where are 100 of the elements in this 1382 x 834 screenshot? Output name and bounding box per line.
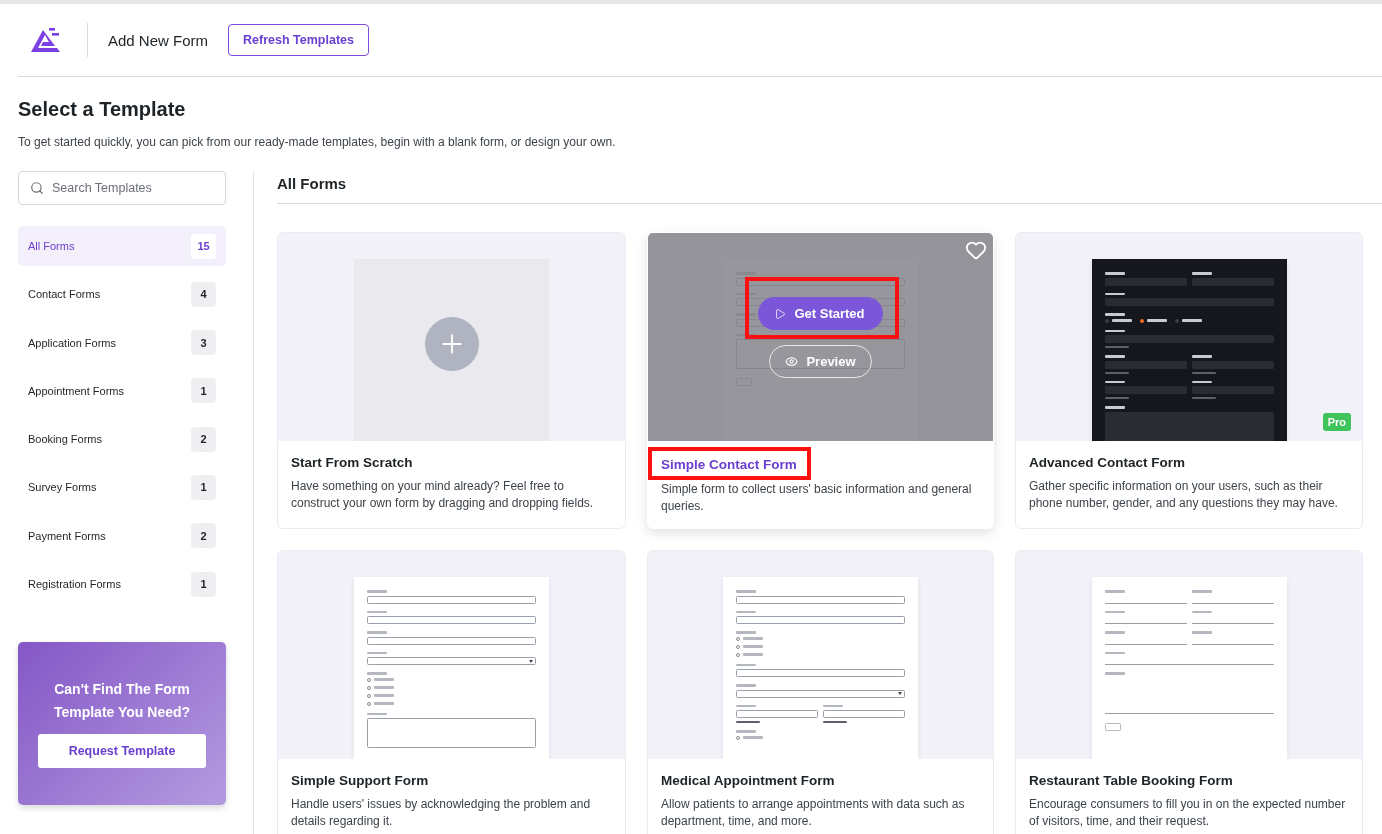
label-bar xyxy=(736,610,756,613)
label-bar xyxy=(374,702,394,705)
template-title[interactable]: Start From Scratch xyxy=(291,455,612,470)
template-title[interactable]: Advanced Contact Form xyxy=(1029,455,1349,470)
label-bar xyxy=(367,610,387,613)
label-bar xyxy=(1191,631,1212,634)
label-bar xyxy=(1104,355,1125,358)
category-label: Contact Forms xyxy=(28,288,101,301)
label-bar xyxy=(736,730,756,733)
label-bar xyxy=(736,590,756,593)
label-bar xyxy=(367,590,387,593)
category-label: Booking Forms xyxy=(28,433,102,446)
label-bar xyxy=(367,672,387,675)
label-bar xyxy=(367,712,387,715)
template-card[interactable]: Simple Support Form Handle users' issues by acknowledging the problem and details regarding it. xyxy=(277,550,626,834)
label-bar xyxy=(1146,319,1167,322)
label-bar xyxy=(1104,610,1125,613)
template-card[interactable]: Medical Appointment Form Allow patients to arrange appointments with data such as department, time, and more. xyxy=(647,550,994,834)
count-badge: 2 xyxy=(191,523,216,549)
label-bar xyxy=(1104,651,1125,654)
label-bar xyxy=(736,663,756,666)
template-card[interactable]: Pro Advanced Contact Form Gather specific information on your users, such as their phone number, gender, and any questions they may have. xyxy=(1015,232,1363,529)
category-item[interactable]: Payment Forms 2 xyxy=(18,515,226,556)
category-item[interactable]: Registration Forms 1 xyxy=(18,564,226,605)
label-bar xyxy=(1104,272,1125,275)
label-bar xyxy=(1104,313,1125,316)
page-title: Add New Form xyxy=(108,31,209,49)
label-bar xyxy=(1104,292,1125,295)
label-bar xyxy=(736,704,756,707)
template-description: Handle users' issues by acknowledging the problem and details regarding it. xyxy=(291,796,592,830)
count-badge: 1 xyxy=(191,475,216,500)
label-bar xyxy=(1104,590,1125,593)
label-bar xyxy=(743,645,763,648)
count-badge: 15 xyxy=(191,233,216,259)
label-bar xyxy=(1104,631,1125,634)
category-item[interactable]: Appointment Forms 1 xyxy=(18,370,226,411)
label-bar xyxy=(367,651,387,654)
add-button[interactable] xyxy=(424,317,479,371)
template-description: Have something on your mind already? Feel free to construct your own form by dragging and dropping fields. xyxy=(291,478,595,512)
count-badge: 4 xyxy=(191,281,216,307)
label-bar xyxy=(1191,272,1212,275)
caret-icon xyxy=(529,659,533,663)
label-bar xyxy=(743,653,763,656)
category-label: Appointment Forms xyxy=(28,384,124,397)
label-bar xyxy=(1104,380,1125,383)
category-label: All Forms xyxy=(28,240,75,252)
intro-text: To get started quickly, you can pick from our ready-made templates, begin with a blank form, or design your own. xyxy=(18,135,617,149)
search-field[interactable]: Search Templates xyxy=(18,171,226,205)
template-card[interactable]: Get Started Preview Simple Contact Form Simple form to collect users' basic information and general queries. xyxy=(647,232,994,529)
refresh-templates-button[interactable]: Refresh Templates xyxy=(228,24,369,56)
template-title[interactable]: Simple Support Form xyxy=(291,773,612,788)
pro-badge: Pro xyxy=(1322,413,1351,431)
label-bar xyxy=(1104,672,1125,675)
promo-title: Can't Find The Form Template You Need? xyxy=(52,680,192,723)
template-description: Encourage consumers to fill you in on the expected number of visitors, time, and their request. xyxy=(1029,796,1347,830)
label-bar xyxy=(823,704,843,707)
label-bar xyxy=(1104,406,1125,409)
label-bar xyxy=(1181,319,1202,322)
favorite-button[interactable] xyxy=(965,239,987,261)
search-icon xyxy=(30,181,44,195)
label-bar xyxy=(1191,355,1212,358)
category-item[interactable]: Contact Forms 4 xyxy=(18,274,226,315)
play-icon xyxy=(774,307,787,320)
label-bar xyxy=(1191,590,1212,593)
label-bar xyxy=(1111,319,1132,322)
count-badge: 2 xyxy=(191,426,216,452)
template-title[interactable]: Restaurant Table Booking Form xyxy=(1029,773,1349,788)
label-bar xyxy=(736,631,756,634)
category-item[interactable]: All Forms 15 xyxy=(18,226,226,266)
template-card[interactable]: Start From Scratch Have something on your mind already? Feel free to construct your own form by dragging and dropping fields. xyxy=(277,232,626,529)
heart-icon xyxy=(965,239,987,261)
category-item[interactable]: Survey Forms 1 xyxy=(18,467,226,508)
section-title: All Forms xyxy=(277,171,1382,204)
label-bar xyxy=(736,684,756,687)
category-label: Payment Forms xyxy=(28,529,106,542)
label-bar xyxy=(374,678,394,681)
category-label: Survey Forms xyxy=(28,481,97,494)
template-description: Allow patients to arrange appointments with data such as department, time, and more. xyxy=(661,796,966,830)
template-title[interactable]: Simple Contact Form xyxy=(661,457,797,472)
category-label: Application Forms xyxy=(28,336,117,349)
submit-button xyxy=(1104,722,1121,731)
get-started-button[interactable]: Get Started xyxy=(758,297,883,330)
template-card[interactable]: Restaurant Table Booking Form Encourage consumers to fill you in on the expected number of visitors, time, and their request. xyxy=(1015,550,1363,834)
caret-icon xyxy=(898,692,902,695)
category-item[interactable]: Application Forms 3 xyxy=(18,322,226,363)
category-item[interactable]: Booking Forms 2 xyxy=(18,419,226,460)
label-bar xyxy=(374,694,394,697)
label-bar xyxy=(1104,329,1125,332)
template-title[interactable]: Medical Appointment Form xyxy=(661,773,980,788)
label-bar xyxy=(743,637,763,640)
template-description: Gather specific information on your users, such as their phone number, gender, and any questions they may have. xyxy=(1029,478,1339,512)
label-bar xyxy=(1191,380,1212,383)
count-badge: 3 xyxy=(191,330,216,356)
label-bar xyxy=(743,736,763,739)
label-bar xyxy=(374,686,394,689)
count-badge: 1 xyxy=(191,378,216,404)
count-badge: 1 xyxy=(191,571,216,597)
template-description: Simple form to collect users' basic information and general queries. xyxy=(661,481,973,515)
request-template-button[interactable]: Request Template xyxy=(38,734,206,769)
category-label: Registration Forms xyxy=(28,578,121,591)
